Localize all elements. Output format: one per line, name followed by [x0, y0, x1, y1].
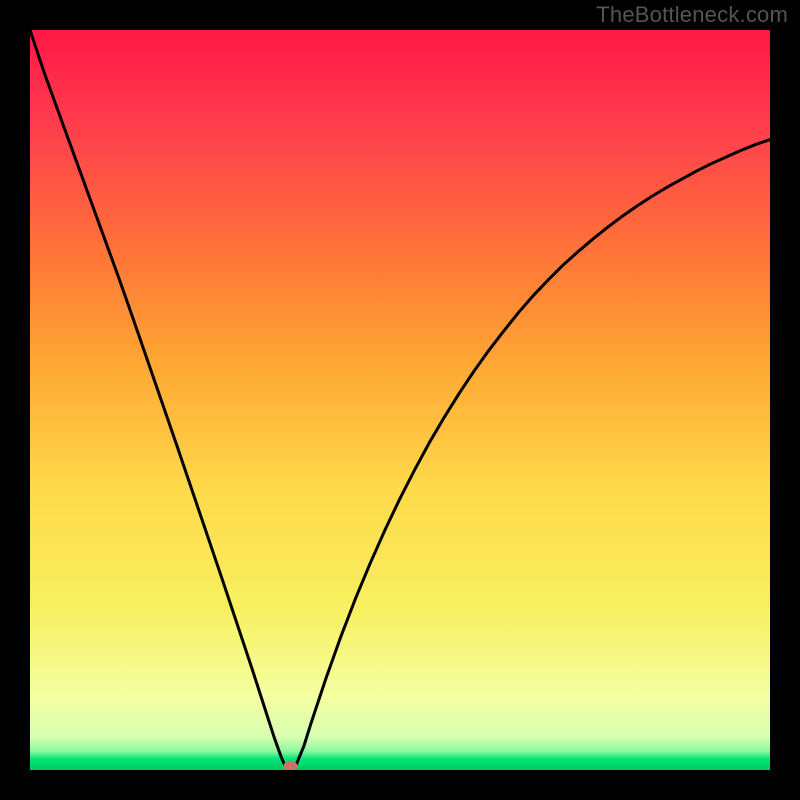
bottleneck-chart: [30, 30, 770, 770]
chart-svg: [30, 30, 770, 770]
watermark-label: TheBottleneck.com: [596, 2, 788, 28]
gradient-background: [30, 30, 770, 770]
